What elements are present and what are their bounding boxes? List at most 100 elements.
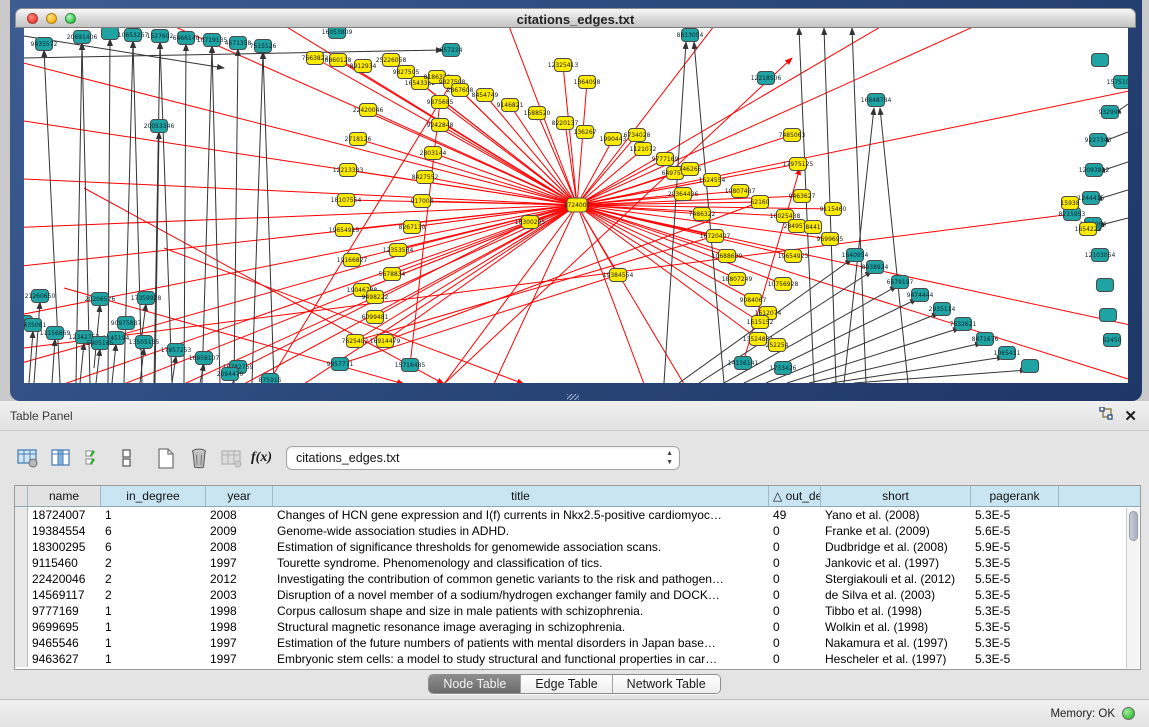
network-edge[interactable] — [96, 349, 100, 383]
network-node[interactable] — [102, 28, 119, 40]
network-node[interactable]: 136267 — [574, 126, 597, 139]
table-vertical-scrollbar[interactable] — [1126, 508, 1139, 668]
network-node[interactable]: 15716485 — [395, 359, 426, 372]
scrollbar-thumb[interactable] — [1129, 511, 1138, 541]
network-edge[interactable] — [799, 28, 814, 383]
network-node[interactable]: 90975887 — [111, 317, 142, 330]
rows-icon[interactable] — [113, 443, 141, 473]
network-edge[interactable] — [577, 205, 1128, 383]
network-node[interactable]: 9115460 — [820, 203, 847, 216]
network-node[interactable]: 1121072 — [630, 143, 657, 156]
tab-network-table[interactable]: Network Table — [613, 675, 720, 693]
network-node[interactable]: 7486322 — [689, 208, 716, 221]
network-node[interactable]: 2935114 — [929, 303, 956, 316]
network-node[interactable]: 12213383 — [333, 164, 364, 177]
table-row[interactable]: 946362711997Embryonic stem cells: a mode… — [15, 651, 1140, 667]
network-node[interactable]: 15938 — [1060, 197, 1079, 210]
network-edge[interactable] — [577, 82, 587, 205]
network-node[interactable]: 16053809 — [322, 28, 353, 39]
network-node[interactable]: 1364098 — [574, 76, 601, 89]
network-node[interactable]: 19166827 — [337, 254, 368, 267]
table-settings-icon[interactable] — [14, 443, 42, 473]
network-node[interactable]: 12103054 — [1085, 249, 1116, 262]
network-node[interactable]: 8471676 — [972, 333, 999, 346]
network-edge[interactable] — [172, 356, 176, 383]
network-node[interactable]: 12218506 — [751, 72, 782, 85]
close-panel-icon[interactable]: ✕ — [1124, 409, 1137, 424]
network-node[interactable]: 12325413 — [548, 59, 579, 72]
network-node[interactable]: 4671358 — [225, 37, 252, 50]
column-header-short[interactable]: short — [821, 486, 971, 506]
network-edge[interactable] — [52, 339, 55, 383]
network-node[interactable]: 20364436 — [668, 188, 699, 201]
tab-edge-table[interactable]: Edge Table — [521, 675, 612, 693]
table-row[interactable]: 977716911998Corpus callosum shape and si… — [15, 603, 1140, 619]
network-edge[interactable] — [184, 44, 186, 383]
network-node[interactable]: 7515526 — [250, 40, 277, 53]
network-node[interactable]: 21260650 — [25, 290, 56, 303]
table-row[interactable]: 1456911722003Disruption of a novel membe… — [15, 587, 1140, 603]
column-header-year[interactable]: year — [206, 486, 273, 506]
column-header-name[interactable]: name — [28, 486, 101, 506]
network-node[interactable]: 7632621 — [950, 318, 977, 331]
network-window-titlebar[interactable]: citations_edges.txt — [15, 8, 1136, 28]
network-edge[interactable] — [234, 49, 238, 383]
show-column-icon[interactable] — [47, 443, 75, 473]
table-row[interactable]: 946554611997Estimation of the future num… — [15, 635, 1140, 651]
network-node[interactable]: 20691406 — [67, 31, 98, 44]
network-node[interactable]: 875915 — [259, 374, 282, 384]
network-node[interactable]: 1724007 — [564, 198, 591, 212]
network-canvas[interactable]: 9435572206914061065326715276026466140107… — [24, 28, 1128, 383]
network-node[interactable]: 8441 — [805, 221, 822, 234]
network-node[interactable]: 9435572 — [31, 38, 58, 51]
column-header-title[interactable]: title — [273, 486, 769, 506]
network-node[interactable]: 25226058 — [376, 54, 407, 67]
network-edge[interactable] — [160, 42, 172, 383]
network-node[interactable]: 2718126 — [345, 133, 372, 146]
network-node[interactable]: 746266 — [679, 163, 702, 176]
network-node[interactable] — [1100, 309, 1117, 322]
network-edge[interactable] — [24, 205, 577, 268]
table-row[interactable]: 1830029562008Estimation of significance … — [15, 539, 1140, 555]
network-node[interactable]: 62160 — [750, 196, 769, 209]
network-node[interactable]: 12353584 — [383, 244, 414, 257]
network-node[interactable]: 252254 — [766, 339, 789, 352]
network-node[interactable]: 16648784 — [861, 94, 892, 107]
network-node[interactable]: 6099481 — [362, 311, 389, 324]
network-edge[interactable] — [880, 108, 908, 383]
network-node[interactable]: 1990443 — [600, 133, 627, 146]
table-row[interactable]: 1872400712008Changes of HCN gene express… — [15, 507, 1140, 523]
network-edge[interactable] — [577, 28, 904, 205]
network-node[interactable]: 6466140 — [173, 32, 200, 45]
split-pane-grip[interactable] — [567, 394, 579, 400]
network-node[interactable] — [1022, 360, 1039, 373]
column-header-in_degree[interactable]: in_degree — [101, 486, 206, 506]
network-node[interactable]: 8813054 — [677, 29, 704, 42]
column-header-out_de[interactable]: △ out_de… — [769, 486, 821, 506]
network-node[interactable]: 7625402 — [342, 335, 369, 348]
network-node[interactable]: 1527602 — [147, 30, 174, 43]
network-edge[interactable] — [854, 370, 1027, 383]
network-node[interactable]: 92450 — [1102, 334, 1121, 347]
table-row[interactable]: 1938455462009Genome-wide association stu… — [15, 523, 1140, 539]
network-edge[interactable] — [34, 302, 40, 383]
network-edge[interactable] — [24, 214, 1072, 348]
network-node[interactable]: 10807487 — [725, 185, 756, 198]
network-node[interactable]: 10688609 — [712, 250, 743, 263]
network-node[interactable]: 917004 — [411, 195, 434, 208]
network-node[interactable]: 9242848 — [427, 119, 454, 132]
table-row[interactable]: 969969511998Structural magnetic resonanc… — [15, 619, 1140, 635]
network-node[interactable]: 8427552 — [412, 171, 439, 184]
network-node[interactable]: 17957253 — [161, 344, 192, 357]
table-row[interactable]: 2242004622012Investigating the contribut… — [15, 571, 1140, 587]
network-node[interactable]: 18107554 — [331, 194, 362, 207]
network-node[interactable]: 19654915 — [329, 224, 360, 237]
network-node[interactable]: 20053346 — [144, 120, 175, 133]
network-node[interactable] — [1092, 54, 1109, 67]
network-node[interactable]: 20206576 — [85, 293, 116, 306]
tab-node-table[interactable]: Node Table — [429, 675, 521, 693]
memory-status-icon[interactable] — [1122, 707, 1135, 720]
network-node[interactable]: 5678834 — [379, 268, 406, 281]
network-node[interactable]: 17975125 — [783, 158, 814, 171]
network-node[interactable]: 2803144 — [420, 147, 447, 160]
